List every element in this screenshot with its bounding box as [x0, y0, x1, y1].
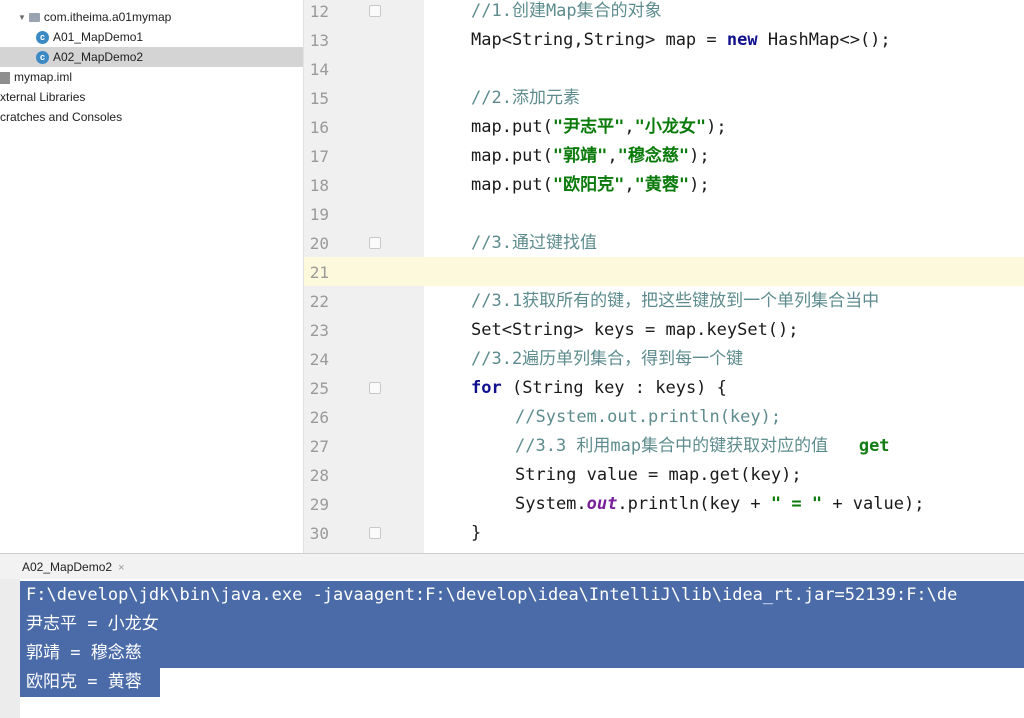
chevron-down-icon[interactable]: ▼: [18, 8, 26, 28]
code-line[interactable]: //1.创建Map集合的对象: [471, 0, 662, 26]
code-line[interactable]: String value = map.get(key);: [515, 461, 802, 490]
line-number: 29: [309, 495, 329, 514]
tree-item-label: xternal Libraries: [0, 90, 86, 104]
class-icon: c: [36, 31, 49, 45]
run-tab[interactable]: A02_MapDemo2 ×: [18, 556, 131, 578]
line-number: 23: [309, 321, 329, 340]
fold-marker-icon[interactable]: [369, 527, 381, 539]
folder-icon: [28, 13, 40, 23]
code-line[interactable]: Set<String> keys = map.keySet();: [471, 316, 799, 345]
code-line[interactable]: for (String key : keys) {: [471, 374, 727, 403]
tree-item-label: A02_MapDemo2: [53, 50, 144, 64]
code-line[interactable]: map.put("欧阳克","黄蓉");: [471, 171, 710, 200]
current-line-highlight: [304, 257, 1024, 286]
class-icon: c: [36, 51, 49, 65]
code-line[interactable]: System.out.println(key + " = " + value);: [515, 490, 924, 519]
console-line[interactable]: F:\develop\jdk\bin\java.exe -javaagent:F…: [20, 581, 1024, 610]
code-line[interactable]: map.put("尹志平","小龙女");: [471, 113, 727, 142]
line-number: 12: [309, 2, 329, 21]
line-number: 24: [309, 350, 329, 369]
tree-item-mapdemo2[interactable]: c A02_MapDemo2: [0, 47, 303, 67]
line-number: 30: [309, 524, 329, 543]
tree-item-mapdemo1[interactable]: c A01_MapDemo1: [0, 27, 303, 47]
tree-item-package[interactable]: ▼ com.itheima.a01mymap: [0, 7, 303, 27]
iml-file-icon: [0, 71, 10, 84]
code-line[interactable]: //2.添加元素: [471, 84, 580, 113]
fold-marker-icon[interactable]: [369, 382, 381, 394]
line-number: 26: [309, 408, 329, 427]
code-line[interactable]: map.put("郭靖","穆念慈");: [471, 142, 710, 171]
code-line[interactable]: //System.out.println(key);: [515, 403, 781, 432]
console-line[interactable]: 尹志平 = 小龙女: [20, 610, 1024, 639]
line-number: 25: [309, 379, 329, 398]
tree-item-iml[interactable]: mymap.iml: [0, 67, 303, 87]
fold-marker-icon[interactable]: [369, 237, 381, 249]
code-line[interactable]: //3.3 利用map集合中的键获取对应的值 get: [515, 432, 890, 461]
line-number: 27: [309, 437, 329, 456]
run-toolbar: [0, 579, 20, 718]
console-output[interactable]: F:\develop\jdk\bin\java.exe -javaagent:F…: [20, 579, 1024, 718]
line-number: 20: [309, 234, 329, 253]
line-number: 21: [309, 263, 329, 282]
console-line[interactable]: 欧阳克 = 黄蓉: [20, 668, 160, 697]
run-tool-window-header: A02_MapDemo2 ×: [0, 553, 1024, 580]
fold-marker-icon[interactable]: [369, 5, 381, 17]
close-icon[interactable]: ×: [118, 562, 124, 574]
line-number: 22: [309, 292, 329, 311]
line-number: 28: [309, 466, 329, 485]
console-line[interactable]: 郭靖 = 穆念慈: [20, 639, 1024, 668]
tree-item-label: com.itheima.a01mymap: [43, 10, 172, 24]
line-number: 13: [309, 31, 329, 50]
tree-item-external-libraries[interactable]: xternal Libraries: [0, 87, 303, 107]
code-line[interactable]: //3.2遍历单列集合，得到每一个键: [471, 345, 743, 374]
line-number: 17: [309, 147, 329, 166]
run-tab-label: A02_MapDemo2: [22, 560, 113, 574]
tree-item-label: A01_MapDemo1: [53, 30, 144, 44]
line-number: 19: [309, 205, 329, 224]
tree-item-label: cratches and Consoles: [0, 110, 123, 124]
line-number: 15: [309, 89, 329, 108]
line-number: 14: [309, 60, 329, 79]
line-number: 18: [309, 176, 329, 195]
code-line[interactable]: //3.1获取所有的键，把这些键放到一个单列集合当中: [471, 287, 879, 316]
tree-item-scratches[interactable]: cratches and Consoles: [0, 107, 303, 127]
code-line[interactable]: Map<String,String> map = new HashMap<>()…: [471, 26, 891, 55]
line-number: 16: [309, 118, 329, 137]
project-tree-panel: ▼ com.itheima.a01mymap c A01_MapDemo1 c A02…: [0, 0, 303, 553]
code-line[interactable]: }: [471, 519, 481, 548]
tree-item-label: mymap.iml: [14, 70, 73, 84]
code-line[interactable]: //3.通过键找值: [471, 229, 597, 258]
